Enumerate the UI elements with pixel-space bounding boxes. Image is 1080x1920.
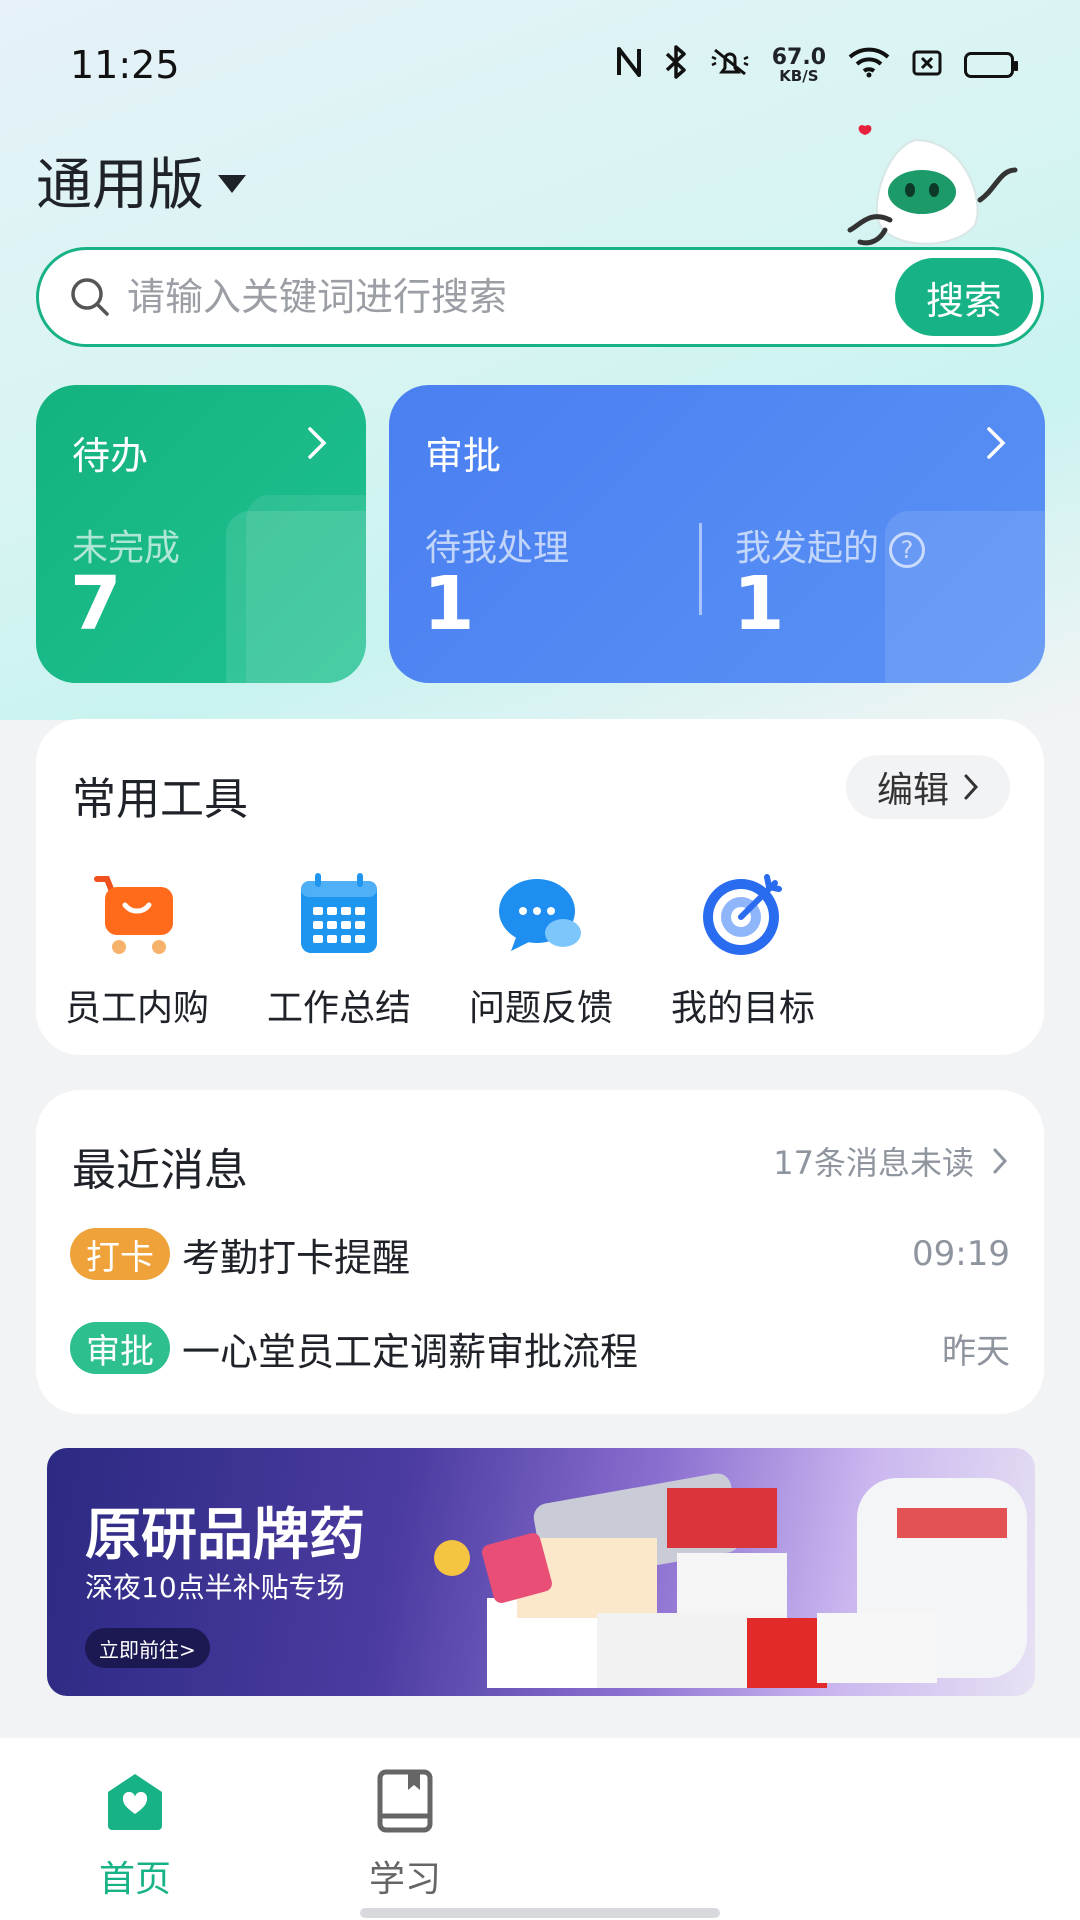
mascot-illustration [847,125,1018,246]
promo-banner[interactable]: 原研品牌药 深夜10点半补贴专场 立即前往> [47,1448,1035,1696]
net-speed-unit: KB/S [779,66,819,85]
common-tools-panel: 常用工具 编辑 员工内购 工作总结 问题反馈 我的目标 [36,719,1044,1055]
nav-label: 首页 [98,1859,171,1900]
mute-icon [710,45,750,85]
nav-learn[interactable]: 学习 [335,1766,475,1902]
chevron-right-icon [993,1148,1008,1174]
message-text: 一心堂员工定调薪审批流程 [182,1329,639,1374]
edit-label: 编辑 [876,770,949,811]
net-speed: 67.0 KB/S [771,44,826,85]
battery-icon [964,52,1018,78]
tools-grid: 员工内购 工作总结 问题反馈 我的目标 [36,869,844,1031]
banner-product-illustration [434,1473,1027,1688]
tool-my-goals[interactable]: 我的目标 [642,869,844,1031]
calendar-icon [301,873,377,953]
divider [699,523,702,615]
message-time: 09:19 [912,1234,1010,1274]
message-badge: 打卡 [70,1228,170,1280]
caret-down-icon [218,174,246,193]
search-bar[interactable]: 搜索 [36,247,1044,347]
tool-label: 我的目标 [670,988,815,1029]
shopping-cart-icon [94,876,173,954]
banner-title: 原研品牌药 [85,1503,365,1568]
book-icon [377,1769,433,1833]
status-icons: 67.0 KB/S [616,44,1018,85]
wifi-icon [848,46,890,84]
message-text: 考勤打卡提醒 [182,1235,411,1280]
message-time: 昨天 [942,1331,1010,1372]
status-time: 11:25 [70,43,180,87]
target-icon [703,874,782,955]
nav-label: 学习 [368,1859,441,1900]
help-icon[interactable]: ? [889,532,926,568]
todo-card[interactable]: 待办 未完成 7 [36,385,366,683]
banner-subtitle: 深夜10点半补贴专场 [85,1571,345,1604]
tool-work-summary[interactable]: 工作总结 [238,869,440,1031]
pending-count[interactable]: 1 [423,561,475,647]
search-button[interactable]: 搜索 [895,258,1033,336]
nav-home[interactable]: 首页 [65,1766,205,1902]
chevron-right-icon [306,425,328,471]
search-icon [71,278,109,316]
approval-title: 审批 [425,434,502,478]
tool-label: 问题反馈 [468,988,613,1029]
unread-link[interactable]: 17条消息未读 [773,1138,1008,1184]
messages-title: 最近消息 [72,1145,248,1196]
edit-button[interactable]: 编辑 [846,755,1010,819]
edition-title: 通用版 [36,153,204,218]
tool-feedback[interactable]: 问题反馈 [440,869,642,1031]
nfc-icon [616,47,642,83]
tool-employee-purchase[interactable]: 员工内购 [36,869,238,1031]
chevron-right-icon [964,774,979,800]
message-item[interactable]: 打卡 考勤打卡提醒 09:19 [70,1224,1010,1284]
chevron-right-icon [985,425,1007,471]
chat-bubble-icon [499,879,581,951]
card-decoration [246,495,366,683]
bottom-navigation: 首页 学习 [0,1738,1080,1920]
tools-title: 常用工具 [72,774,248,825]
search-input[interactable] [127,275,895,319]
home-indicator [360,1908,720,1918]
home-icon [108,1774,162,1830]
unread-count: 17条消息未读 [773,1144,974,1182]
tool-label: 工作总结 [266,988,411,1029]
todo-count: 7 [70,561,122,647]
message-item[interactable]: 审批 一心堂员工定调薪审批流程 昨天 [70,1318,1010,1378]
message-badge: 审批 [70,1322,170,1374]
approval-card[interactable]: 审批 待我处理 1 我发起的? 1 [389,385,1045,683]
edition-selector[interactable]: 通用版 [36,140,246,221]
sim-icon [912,48,942,82]
todo-title: 待办 [72,434,149,478]
tool-label: 员工内购 [64,988,209,1029]
net-speed-value: 67.0 [771,44,826,70]
recent-messages-panel: 最近消息 17条消息未读 打卡 考勤打卡提醒 09:19 审批 一心堂员工定调薪… [36,1090,1044,1414]
banner-go-button[interactable]: 立即前往> [85,1628,210,1668]
bluetooth-icon [664,45,688,85]
initiated-count[interactable]: 1 [733,561,785,647]
